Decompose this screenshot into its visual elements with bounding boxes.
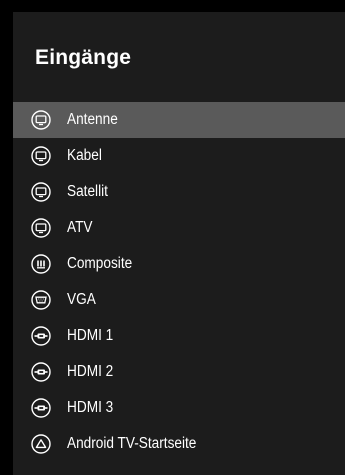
tv-icon [31,182,51,202]
input-label: HDMI 2 [67,363,114,380]
input-label: VGA [67,291,96,308]
tv-icon [31,218,51,238]
vga-icon [31,290,51,310]
input-label: Satellit [67,183,108,200]
android-home-icon [31,434,51,454]
hdmi-icon [31,362,51,382]
tv-icon [31,110,51,130]
input-item-antenne[interactable]: Antenne [13,102,345,138]
input-label: Composite [67,255,133,272]
input-label: Android TV-Startseite [67,435,197,452]
input-item-hdmi-2[interactable]: HDMI 2 [13,354,345,390]
hdmi-icon [31,326,51,346]
input-label: HDMI 1 [67,327,114,344]
panel-title: Eingänge [35,46,132,69]
tv-icon [31,146,51,166]
input-item-android-tv-home[interactable]: Android TV-Startseite [13,426,345,462]
composite-icon [31,254,51,274]
inputs-panel: Eingänge Antenne Kabel Satellit ATV Comp… [13,12,345,475]
input-item-satellit[interactable]: Satellit [13,174,345,210]
input-label: Antenne [67,111,118,128]
input-item-hdmi-3[interactable]: HDMI 3 [13,390,345,426]
input-item-kabel[interactable]: Kabel [13,138,345,174]
input-label: ATV [67,219,93,236]
input-item-vga[interactable]: VGA [13,282,345,318]
input-list: Antenne Kabel Satellit ATV Composite VGA… [13,102,345,462]
input-item-composite[interactable]: Composite [13,246,345,282]
input-label: Kabel [67,147,102,164]
hdmi-icon [31,398,51,418]
input-label: HDMI 3 [67,399,114,416]
input-item-atv[interactable]: ATV [13,210,345,246]
input-item-hdmi-1[interactable]: HDMI 1 [13,318,345,354]
